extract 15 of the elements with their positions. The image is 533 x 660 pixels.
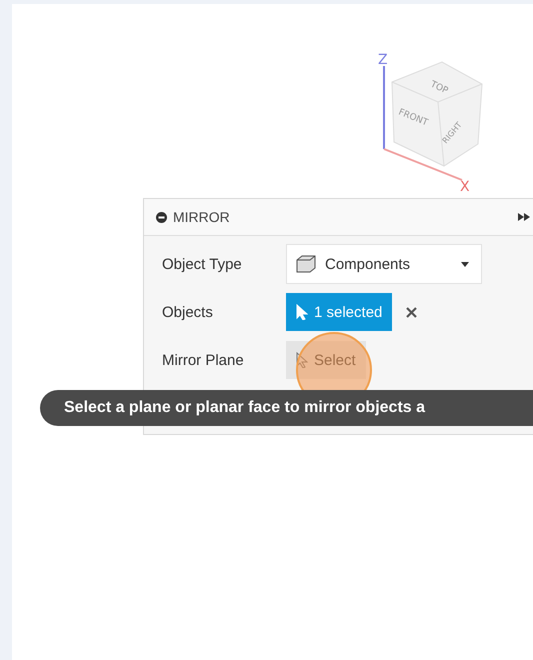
tooltip: Select a plane or planar face to mirror objects a [40,390,533,426]
object-type-dropdown[interactable]: Components [286,244,482,284]
cursor-icon [296,352,308,368]
selection-button[interactable]: Select [286,341,366,379]
field-label: Object Type [162,256,243,272]
box-icon [295,254,317,274]
collapse-icon[interactable] [156,212,167,222]
selection-button[interactable]: 1 selected [286,293,392,331]
dialog-title: MIRROR [173,209,230,225]
fast-forward-icon[interactable] [518,213,530,221]
cursor-icon [296,304,308,320]
field-label: Mirror Plane [162,352,245,368]
clear-button[interactable] [404,304,420,320]
field-label: Objects [162,304,214,320]
caret-icon [461,262,469,266]
